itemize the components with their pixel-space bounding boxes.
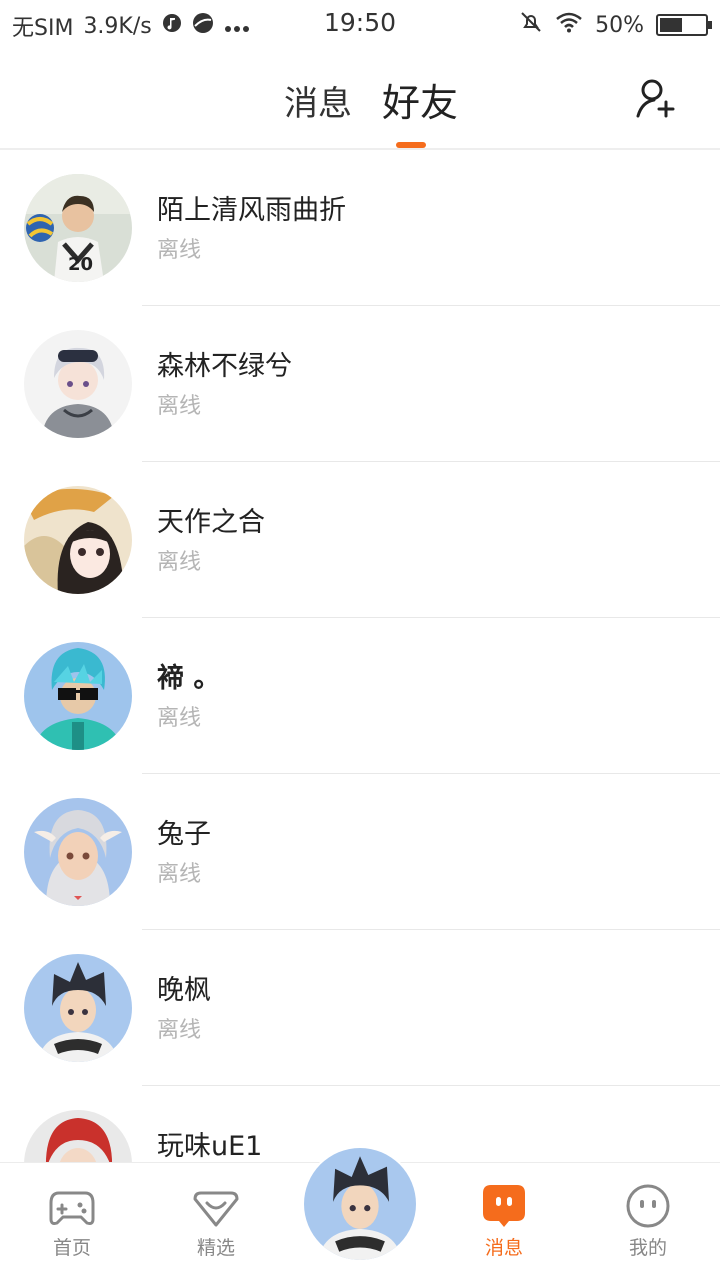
header: 消息 好友 bbox=[0, 48, 720, 148]
nav-messages-label: 消息 bbox=[484, 1237, 523, 1259]
friend-name: 褅 。 bbox=[157, 663, 221, 694]
friend-name: 兔子 bbox=[157, 819, 211, 850]
nav-messages[interactable]: 消息 bbox=[444, 1163, 564, 1281]
friend-name: 玩味uE1 bbox=[157, 1131, 263, 1162]
battery-percent: 50% bbox=[595, 12, 644, 38]
nav-home[interactable]: 首页 bbox=[12, 1163, 132, 1281]
status-bar: 无SIM 3.9K/s 19:50 50% bbox=[0, 0, 720, 48]
center-avatar-button[interactable] bbox=[304, 1148, 416, 1260]
tab-friends[interactable]: 好友 bbox=[382, 72, 458, 127]
heart-box-icon bbox=[193, 1191, 239, 1227]
avatar bbox=[24, 330, 132, 438]
mute-icon bbox=[519, 10, 543, 40]
friend-name: 晚枫 bbox=[157, 975, 211, 1006]
friend-list: 20 陌上清风雨曲折 离线 森林不绿兮 离线 天作之合 离线 褅 。 离线 兔子… bbox=[0, 150, 720, 1242]
nav-profile-label: 我的 bbox=[628, 1237, 667, 1259]
svg-text:20: 20 bbox=[68, 254, 93, 275]
friend-row[interactable]: 兔子 离线 bbox=[0, 774, 720, 930]
battery-fill bbox=[660, 18, 682, 32]
friend-status: 离线 bbox=[157, 1018, 202, 1043]
friend-status: 离线 bbox=[157, 550, 202, 575]
friend-status: 离线 bbox=[157, 394, 202, 419]
friend-name: 天作之合 bbox=[157, 507, 265, 538]
nav-home-label: 首页 bbox=[52, 1237, 91, 1259]
avatar bbox=[24, 798, 132, 906]
avatar bbox=[24, 486, 132, 594]
status-right: 50% bbox=[519, 10, 712, 40]
face-icon bbox=[626, 1184, 670, 1228]
gamepad-icon bbox=[49, 1191, 95, 1225]
avatar bbox=[304, 1148, 416, 1260]
battery-icon bbox=[656, 14, 712, 36]
avatar bbox=[24, 954, 132, 1062]
friend-row[interactable]: 褅 。 离线 bbox=[0, 618, 720, 774]
friend-row[interactable]: 天作之合 离线 bbox=[0, 462, 720, 618]
friend-status: 离线 bbox=[157, 238, 202, 263]
avatar: 20 bbox=[24, 174, 132, 282]
friend-row[interactable]: 20 陌上清风雨曲折 离线 bbox=[0, 150, 720, 306]
friend-status: 离线 bbox=[157, 862, 202, 887]
add-user-icon bbox=[636, 79, 675, 118]
friend-name: 森林不绿兮 bbox=[157, 351, 292, 382]
add-friend-button[interactable] bbox=[634, 76, 678, 120]
tab-messages[interactable]: 消息 bbox=[284, 76, 352, 125]
friend-row[interactable]: 晚枫 离线 bbox=[0, 930, 720, 1086]
nav-profile[interactable]: 我的 bbox=[588, 1163, 708, 1281]
friend-status: 离线 bbox=[157, 706, 202, 731]
wifi-icon bbox=[555, 11, 583, 39]
nav-featured-label: 精选 bbox=[196, 1237, 235, 1259]
chat-bubble-icon bbox=[483, 1185, 525, 1227]
avatar bbox=[24, 642, 132, 750]
nav-featured[interactable]: 精选 bbox=[156, 1163, 276, 1281]
friend-row[interactable]: 森林不绿兮 离线 bbox=[0, 306, 720, 462]
friend-name: 陌上清风雨曲折 bbox=[157, 195, 346, 226]
